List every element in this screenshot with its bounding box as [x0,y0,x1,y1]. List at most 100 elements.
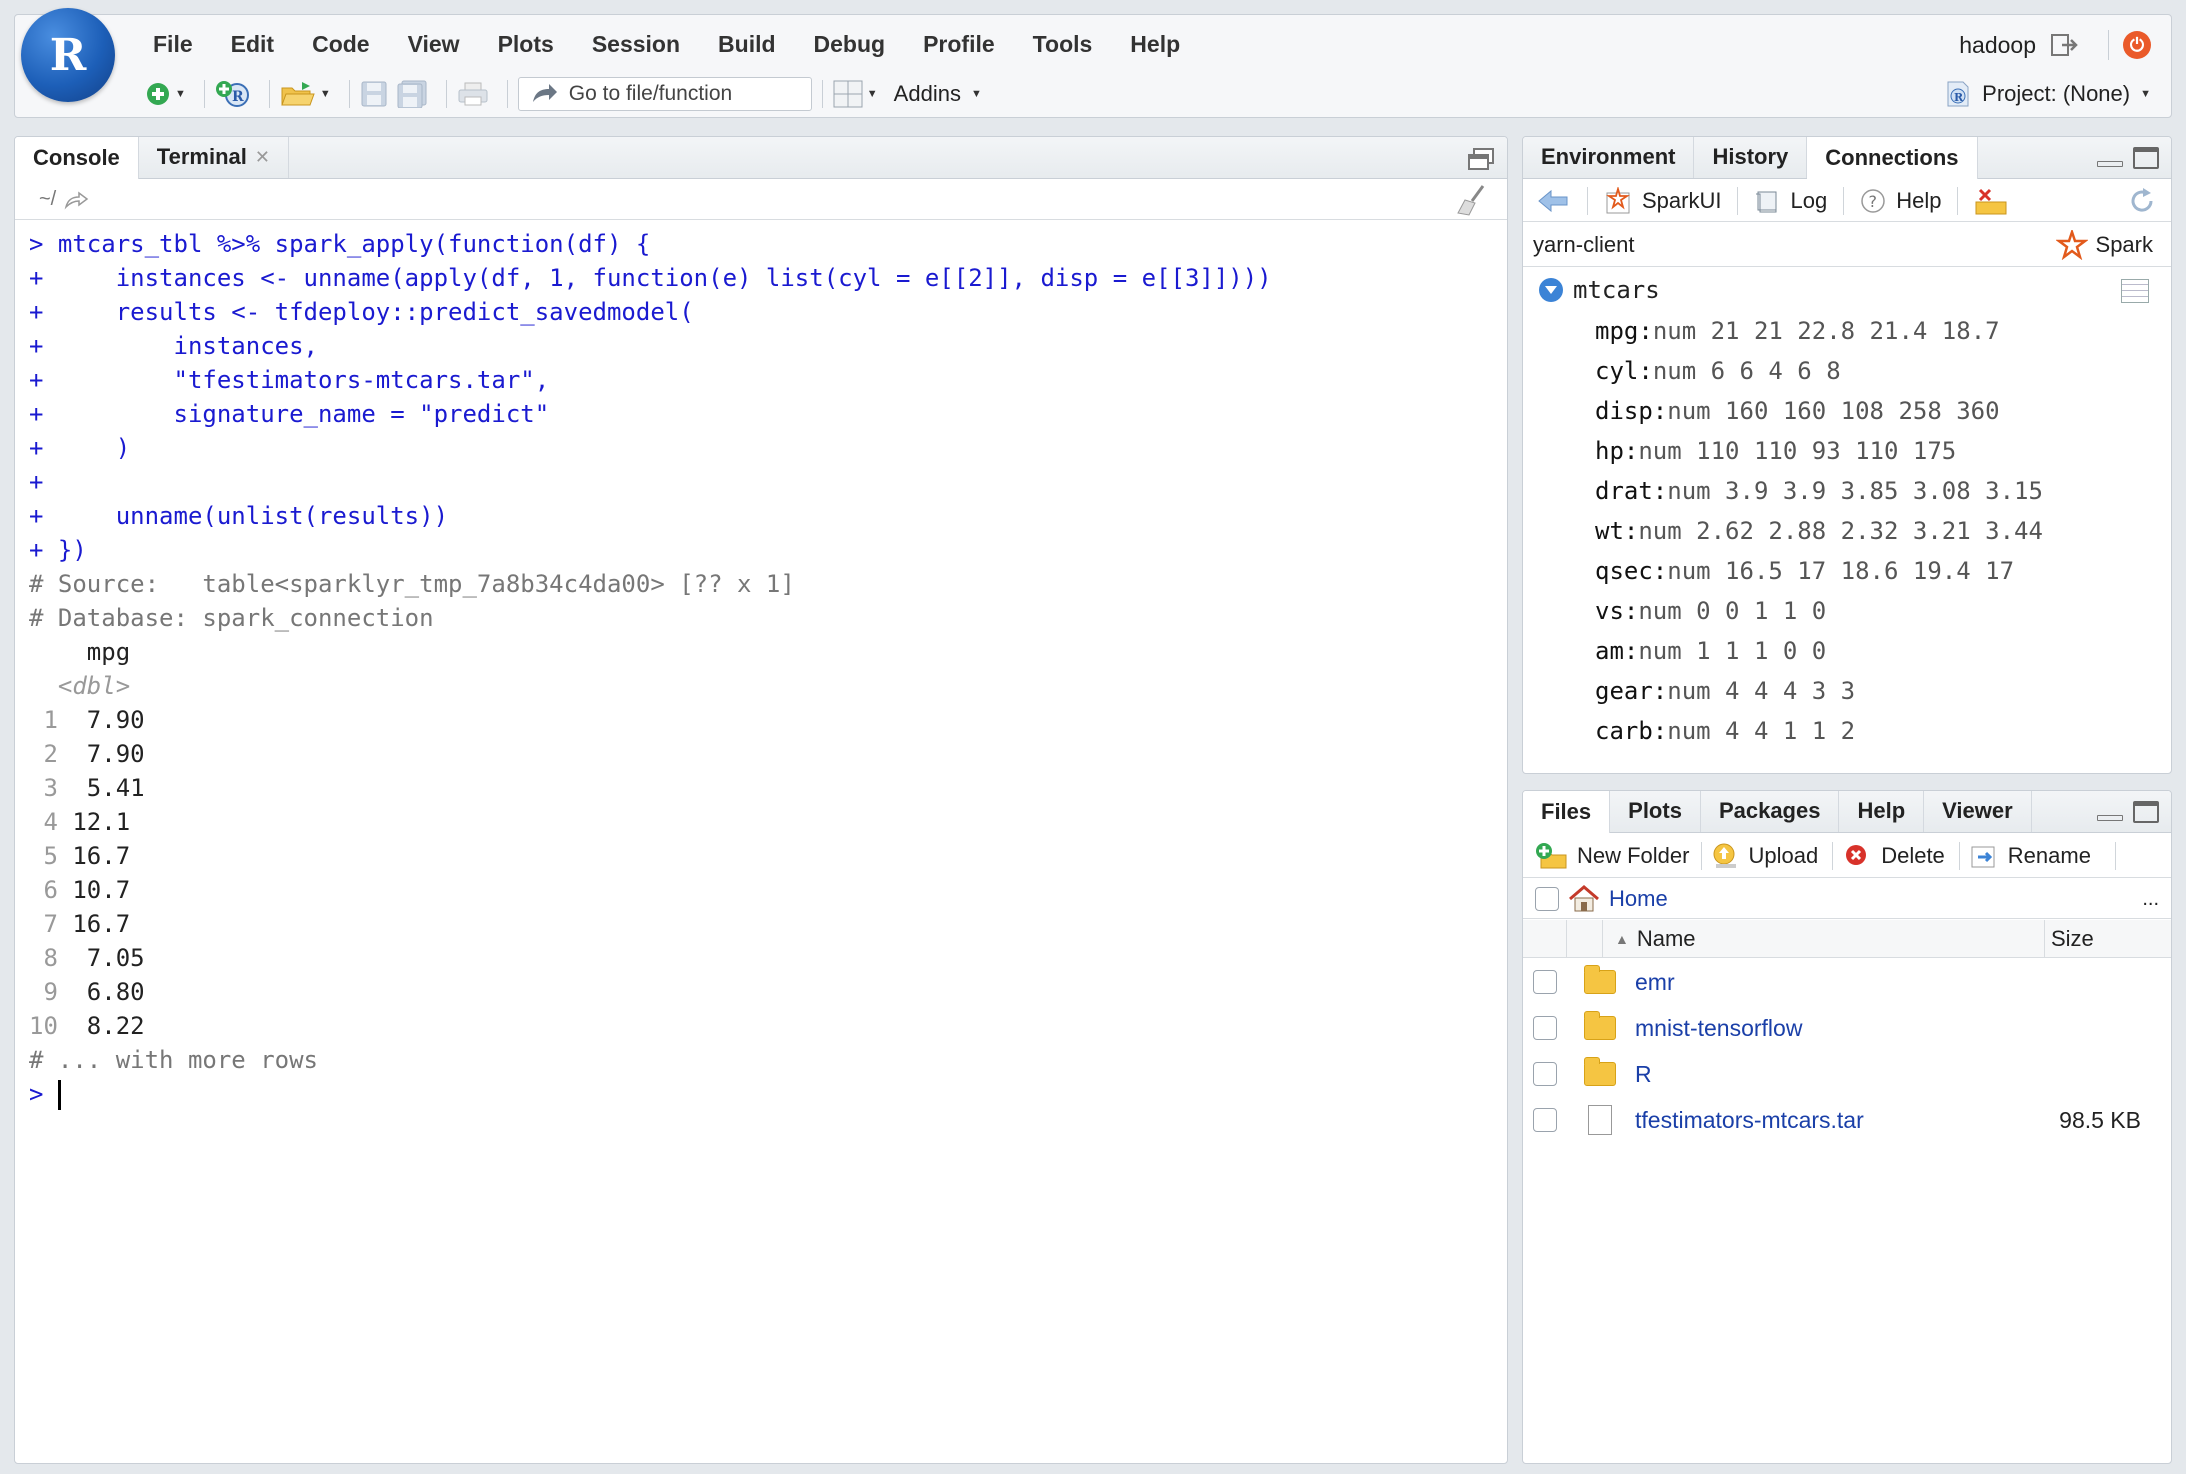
open-file-button[interactable]: ▼ [280,78,331,110]
folder-icon [1584,1011,1616,1040]
log-button[interactable]: Log [1754,188,1827,214]
power-icon[interactable]: ⏻ [2123,31,2151,59]
menu-profile[interactable]: Profile [923,31,995,58]
menu-file[interactable]: File [153,31,193,58]
menu-session[interactable]: Session [592,31,680,58]
tab-console[interactable]: Console [15,137,139,179]
result-row: 7 16.7 [29,907,1507,941]
column-header-size[interactable]: Size [2045,926,2171,952]
print-button[interactable] [457,78,489,110]
go-to-directory-icon[interactable] [64,190,90,210]
preview-table-icon[interactable] [2121,279,2149,303]
help-button[interactable]: ? Help [1860,188,1941,214]
console-input-line: + signature_name = "predict" [29,400,550,428]
console-prompt: > [29,1077,1507,1111]
files-toolbar: New Folder Upload Delete Rename [1523,834,2171,878]
folder-icon [1584,965,1616,994]
column-header-name[interactable]: ▲ Name [1603,920,2045,957]
menu-plots[interactable]: Plots [498,31,554,58]
path-home-link[interactable]: Home [1609,886,1668,912]
sign-out-icon[interactable] [2050,32,2080,58]
toolbar-divider [1843,186,1845,215]
print-icon [458,82,488,106]
addins-menu[interactable]: Addins ▼ [894,81,982,107]
upload-button[interactable]: Upload [1712,842,1818,870]
save-button[interactable] [360,78,388,110]
tab-connections[interactable]: Connections [1807,137,1978,179]
file-checkbox[interactable] [1533,1062,1557,1086]
more-button[interactable]: ... [2142,879,2159,919]
delete-button[interactable]: Delete [1843,843,1945,869]
rename-label: Rename [2007,842,2091,868]
file-row[interactable]: mnist-tensorflow [1523,1005,2171,1051]
file-checkbox[interactable] [1533,970,1557,994]
back-arrow-icon[interactable] [1537,189,1569,213]
toolbar-divider [1737,186,1739,215]
restore-icon[interactable] [1467,147,1495,171]
field-separator: : [1652,397,1668,425]
table-node-mtcars[interactable]: mtcars [1523,269,2171,311]
row-index: 4 [29,808,58,836]
field-separator: : [1638,357,1653,385]
file-name-link[interactable]: emr [1623,969,2045,996]
chevron-down-icon: ▼ [970,88,982,100]
tab-history[interactable]: History [1694,137,1808,178]
row-index: 1 [29,706,58,734]
spark-ui-button[interactable]: SparkUI [1604,186,1721,215]
menu-debug[interactable]: Debug [814,31,886,58]
select-all-checkbox[interactable] [1535,886,1559,911]
field-vs: vs : num 0 0 1 1 0 [1523,591,2171,631]
field-am: am : num 1 1 1 0 0 [1523,631,2171,671]
tab-label: Terminal [156,144,247,169]
row-index: 8 [29,944,58,972]
rename-button[interactable]: Rename [1970,843,2091,869]
maximize-icon[interactable] [2133,801,2159,823]
go-to-file-input[interactable]: Go to file/function [517,77,812,111]
minimize-icon[interactable] [2097,815,2123,821]
tab-terminal[interactable]: Terminal ✕ [139,137,289,178]
menu-edit[interactable]: Edit [231,31,274,58]
new-folder-button[interactable]: New Folder [1535,842,1689,870]
expand-icon[interactable] [1539,278,1563,302]
console-subheader: ~/ [15,180,1507,220]
file-row[interactable]: R [1523,1051,2171,1097]
menu-build[interactable]: Build [718,31,776,58]
file-row[interactable]: tfestimators-mtcars.tar 98.5 KB [1523,1097,2171,1143]
tab-help[interactable]: Help [1839,791,1925,832]
close-icon[interactable]: ✕ [255,147,270,168]
tab-viewer[interactable]: Viewer [1924,791,2032,832]
file-row[interactable]: emr [1523,959,2171,1005]
file-name-link[interactable]: tfestimators-mtcars.tar [1623,1107,2045,1134]
menu-help[interactable]: Help [1130,31,1180,58]
console-output[interactable]: > mtcars_tbl %>% spark_apply(function(df… [29,227,1507,1463]
file-name-link[interactable]: mnist-tensorflow [1623,1015,2045,1042]
refresh-icon[interactable] [2127,186,2157,216]
tab-packages[interactable]: Packages [1701,791,1840,832]
tab-files[interactable]: Files [1523,791,1611,833]
disconnect-icon[interactable] [1974,186,2008,216]
project-menu[interactable]: R Project: (None) ▼ [1944,77,2151,111]
row-index: 7 [29,910,58,938]
field-mpg: mpg : num 21 21 22.8 21.4 18.7 [1523,311,2171,351]
menu-view[interactable]: View [408,31,460,58]
toolbar-divider [445,80,447,108]
menu-code[interactable]: Code [312,31,370,58]
file-checkbox[interactable] [1533,1016,1557,1040]
broom-icon[interactable] [1455,183,1489,217]
tab-environment[interactable]: Environment [1523,137,1695,178]
file-name-link[interactable]: R [1623,1061,2045,1088]
home-icon[interactable] [1567,884,1601,914]
new-project-button[interactable]: R [215,78,251,110]
row-value: 7.90 [57,740,145,768]
tab-plots[interactable]: Plots [1610,791,1701,832]
rename-icon [1971,846,1995,867]
menu-tools[interactable]: Tools [1033,31,1093,58]
maximize-icon[interactable] [2133,147,2159,169]
field-qsec: qsec : num 16.5 17 18.6 19.4 17 [1523,551,2171,591]
workspace-panes-button[interactable]: ▼ [833,78,878,110]
save-all-button[interactable] [396,78,428,110]
file-checkbox[interactable] [1533,1108,1557,1132]
minimize-icon[interactable] [2097,161,2123,167]
new-file-button[interactable]: ▼ [145,78,186,110]
field-name: vs [1595,597,1624,625]
